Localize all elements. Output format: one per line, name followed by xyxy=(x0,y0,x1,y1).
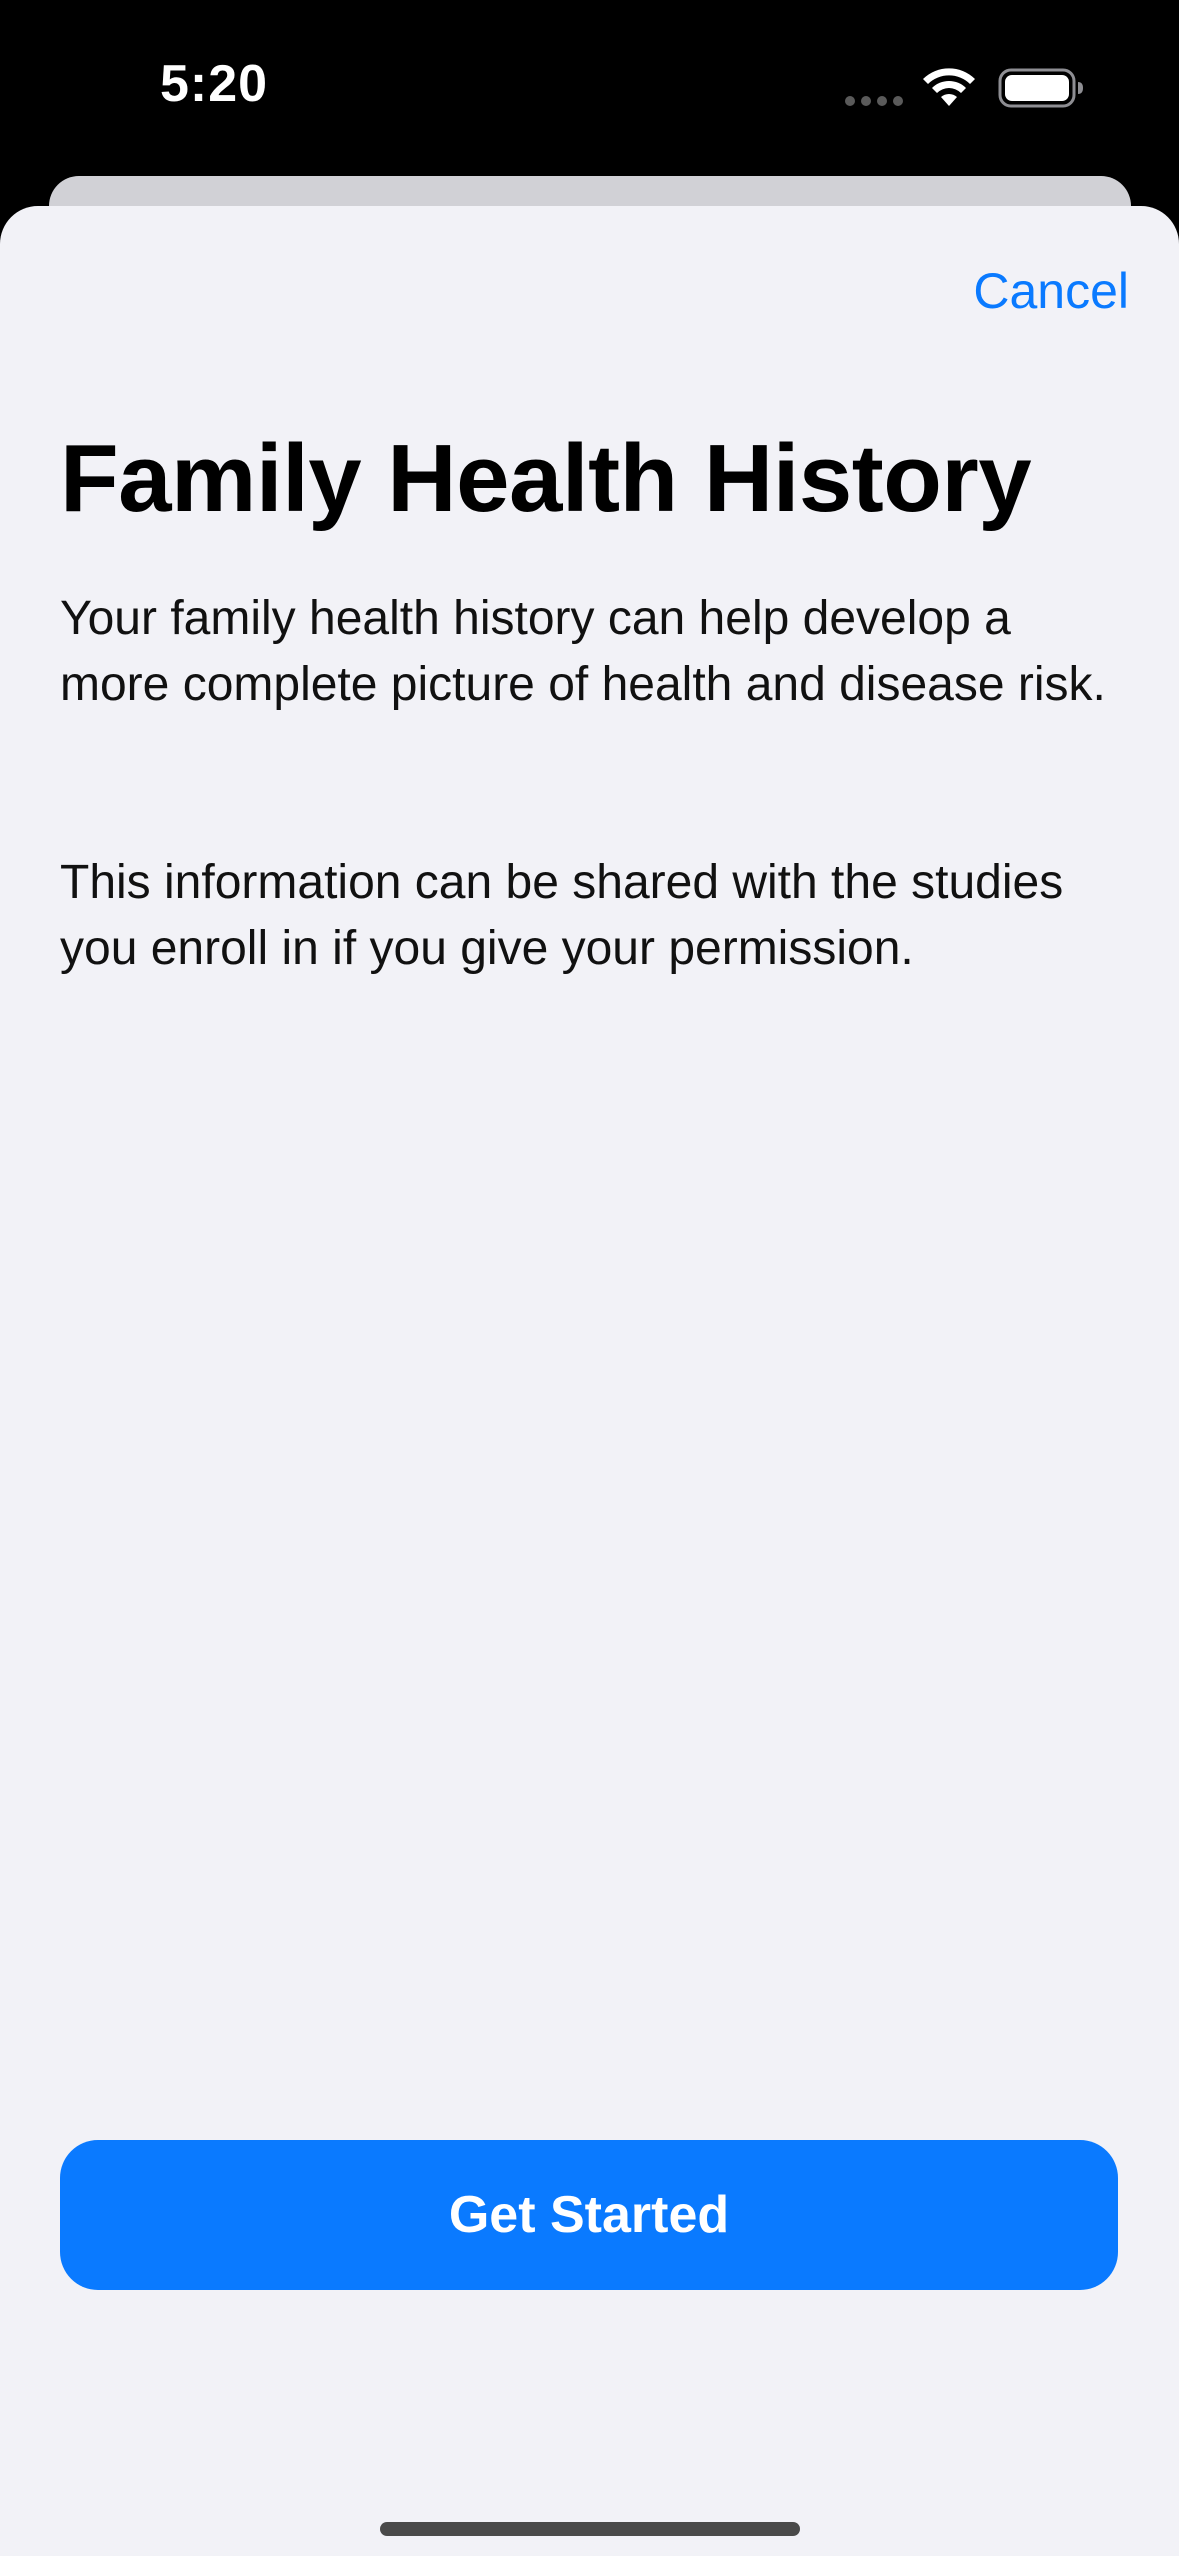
signal-dots-icon xyxy=(845,96,905,106)
description-paragraph: Your family health history can help deve… xyxy=(60,592,1106,711)
home-indicator xyxy=(380,2522,800,2536)
wifi-icon xyxy=(923,68,975,106)
permission-paragraph: This information can be shared with the … xyxy=(60,856,1064,975)
page-title: Family Health History xyxy=(60,425,1032,532)
get-started-button[interactable]: Get Started xyxy=(60,2140,1118,2290)
status-bar: 5:20 xyxy=(0,0,1179,170)
screen: 5:20 Cancel Family Health History Your f… xyxy=(0,0,1179,2556)
battery-icon xyxy=(998,68,1083,108)
modal-sheet: Cancel Family Health History Your family… xyxy=(0,206,1179,2556)
status-time: 5:20 xyxy=(160,55,269,113)
cancel-button[interactable]: Cancel xyxy=(973,262,1129,320)
